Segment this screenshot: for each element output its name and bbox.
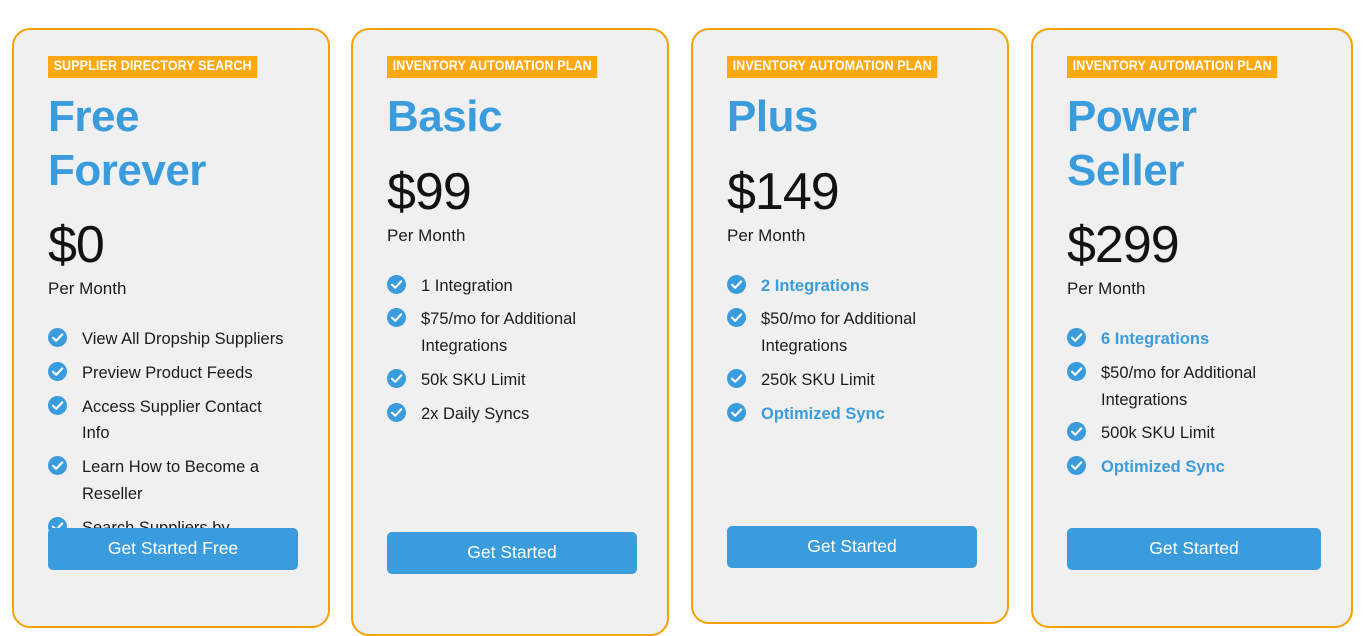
plan-card-plus: INVENTORY AUTOMATION PLAN Plus $149 Per … [691,28,1009,624]
plan-card-content: INVENTORY AUTOMATION PLAN Basic $99 Per … [353,56,667,634]
feature-item: 2x Daily Syncs [387,401,633,428]
check-circle-icon [1067,362,1086,382]
plan-card-content: INVENTORY AUTOMATION PLAN Plus $149 Per … [693,56,1007,622]
feature-label: 1 Integration [421,276,513,295]
feature-label: 500k SKU Limit [1101,424,1215,443]
check-circle-icon [387,368,406,388]
plan-billing-period: Per Month [1067,279,1146,299]
feature-item: $50/mo for Additional Integrations [1067,360,1317,413]
feature-label: Optimized Sync [1101,458,1225,477]
plan-price: $299 [1067,216,1180,275]
feature-item: $75/mo for Additional Integrations [387,306,633,359]
feature-item: Optimized Sync [1067,454,1317,481]
plan-badge: INVENTORY AUTOMATION PLAN [1067,56,1278,78]
feature-label: Access Supplier Contact Info [82,397,262,443]
check-circle-icon [727,368,746,388]
feature-label: Preview Product Feeds [82,364,253,383]
plan-price: $0 [48,216,105,275]
plan-card-free-forever: SUPPLIER DIRECTORY SEARCH Free Forever $… [12,28,330,628]
feature-label: Optimized Sync [761,404,885,423]
feature-item: 6 Integrations [1067,326,1317,353]
check-circle-icon [727,308,746,328]
get-started-button[interactable]: Get Started Free [48,528,298,570]
feature-item: Learn How to Become a Reseller [48,454,294,507]
check-circle-icon [387,274,406,294]
check-circle-icon [387,402,406,422]
feature-label: $75/mo for Additional Integrations [421,310,577,356]
check-circle-icon [48,456,67,476]
plan-billing-period: Per Month [48,279,127,299]
check-circle-icon [727,402,746,422]
plan-billing-period: Per Month [387,225,466,245]
plan-badge: SUPPLIER DIRECTORY SEARCH [48,56,258,78]
plan-card-content: INVENTORY AUTOMATION PLAN Power Seller $… [1033,56,1351,626]
check-circle-icon [1067,422,1086,442]
check-circle-icon [387,308,406,328]
get-started-button[interactable]: Get Started [1067,528,1321,570]
check-circle-icon [48,328,67,348]
feature-item: 50k SKU Limit [387,367,633,394]
feature-label: 2x Daily Syncs [421,404,530,423]
get-started-button[interactable]: Get Started [387,532,637,574]
plan-badge: INVENTORY AUTOMATION PLAN [387,56,598,78]
plan-card-power-seller: INVENTORY AUTOMATION PLAN Power Seller $… [1031,28,1353,628]
plan-billing-period: Per Month [727,225,806,245]
plan-price: $149 [727,162,840,221]
feature-label: View All Dropship Suppliers [82,330,284,349]
check-circle-icon [1067,328,1086,348]
plan-feature-list: 6 Integrations $50/mo for Additional Int… [1067,326,1317,481]
plan-price: $99 [387,162,472,221]
check-circle-icon [727,274,746,294]
plan-card-basic: INVENTORY AUTOMATION PLAN Basic $99 Per … [351,28,669,636]
get-started-button[interactable]: Get Started [727,526,977,568]
feature-label: Learn How to Become a Reseller [82,458,260,503]
pricing-plans-grid: SUPPLIER DIRECTORY SEARCH Free Forever $… [0,0,1367,636]
feature-item: 250k SKU Limit [727,367,973,394]
feature-label: 50k SKU Limit [421,370,526,389]
feature-label: 2 Integrations [761,276,870,295]
feature-label: $50/mo for Additional Integrations [761,310,917,356]
feature-item: 1 Integration [387,273,633,300]
feature-label: $50/mo for Additional Integrations [1101,364,1257,409]
plan-feature-list: 1 Integration $75/mo for Additional Inte… [387,273,633,428]
plan-name: Power Seller [1067,91,1197,195]
feature-label: 6 Integrations [1101,330,1210,349]
plan-badge: INVENTORY AUTOMATION PLAN [727,56,938,78]
feature-label: 250k SKU Limit [761,370,875,389]
plan-card-content: SUPPLIER DIRECTORY SEARCH Free Forever $… [14,56,328,626]
feature-item: $50/mo for Additional Integrations [727,306,973,359]
feature-item: 2 Integrations [727,273,973,300]
check-circle-icon [1067,456,1086,476]
plan-name: Basic [387,91,502,141]
plan-feature-list: 2 Integrations $50/mo for Additional Int… [727,273,973,428]
check-circle-icon [48,395,67,415]
plan-name: Free Forever [48,91,206,195]
feature-item: Access Supplier Contact Info [48,394,294,447]
check-circle-icon [48,362,67,382]
feature-item: Optimized Sync [727,401,973,428]
feature-item: Preview Product Feeds [48,360,294,387]
feature-item: 500k SKU Limit [1067,420,1317,447]
feature-item: View All Dropship Suppliers [48,326,294,353]
plan-name: Plus [727,91,818,141]
